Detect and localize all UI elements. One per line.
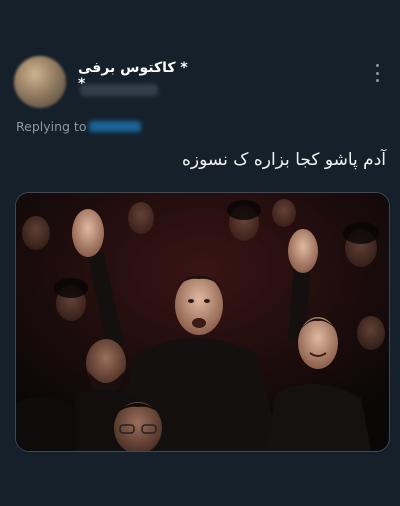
tweet-media-image[interactable] bbox=[15, 192, 390, 452]
more-vertical-icon bbox=[375, 79, 379, 82]
more-vertical-icon bbox=[375, 71, 379, 75]
reply-to-handle-blurred[interactable] bbox=[89, 121, 141, 132]
crowd-photo bbox=[16, 193, 389, 451]
username-blurred[interactable] bbox=[80, 84, 158, 96]
avatar[interactable] bbox=[14, 56, 66, 108]
more-options-button[interactable] bbox=[368, 62, 386, 84]
more-vertical-icon bbox=[375, 64, 379, 67]
replying-to-label: Replying to bbox=[16, 119, 87, 134]
tweet-text: آدم پاشو کجا بزاره ک نسوزه bbox=[182, 150, 386, 170]
